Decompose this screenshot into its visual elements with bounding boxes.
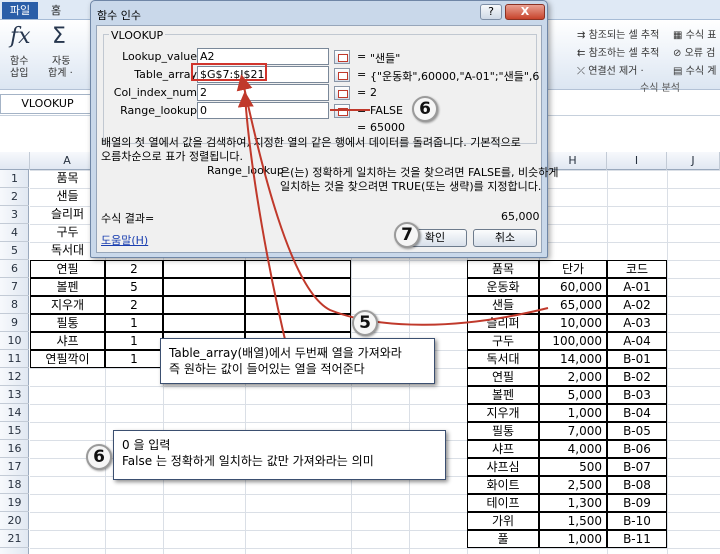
callout-col-index-line-2: 즉 원하는 값이 들어있는 열을 적어준다: [169, 362, 365, 376]
callout-col-index: Table_array(배열)에서 두번째 열을 가져와라 즉 원하는 값이 들…: [160, 338, 435, 384]
arrow-table-array: [236, 74, 549, 326]
arrow-col-index: [237, 91, 291, 361]
callout-range-lookup: 0 을 입력 False 는 정확하게 일치하는 값만 가져와라는 의미: [113, 430, 446, 480]
step-badge-6-note: 6: [86, 444, 112, 470]
step-badge-6: 6: [412, 96, 438, 122]
callout-col-index-line-1: Table_array(배열)에서 두번째 열을 가져와라: [169, 346, 402, 360]
callout-range-lookup-line-1: 0 을 입력: [122, 438, 171, 452]
step-badge-7: 7: [394, 222, 420, 248]
callout-range-lookup-line-2: False 는 정확하게 일치하는 값만 가져와라는 의미: [122, 454, 374, 468]
step-badge-5: 5: [352, 310, 378, 336]
